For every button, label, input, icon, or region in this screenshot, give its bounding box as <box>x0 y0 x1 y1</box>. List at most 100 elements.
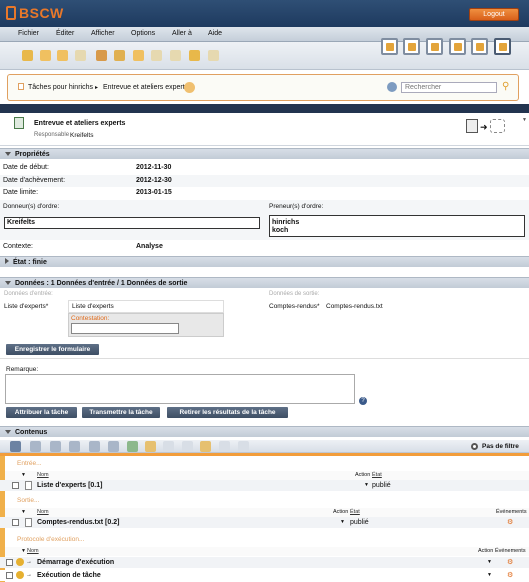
entree-column-header: ▼ Nom Action État <box>5 471 529 480</box>
entree-label: Données d'entrée: <box>4 291 53 297</box>
liste-label: Liste d'experts* <box>4 303 49 310</box>
play-icon[interactable] <box>108 441 119 452</box>
arrow-icon: → <box>26 572 32 578</box>
move-icon[interactable] <box>200 441 211 452</box>
sort-icon[interactable]: ▼ <box>21 548 26 554</box>
help-icon[interactable]: ? <box>359 397 367 405</box>
remarque-textarea[interactable] <box>5 374 355 404</box>
section-state[interactable]: État : finie <box>0 256 529 267</box>
sort-icon[interactable]: ▼ <box>21 472 26 478</box>
menu-aide[interactable]: Aide <box>208 30 222 37</box>
search-tool-icon[interactable] <box>22 50 33 61</box>
view-tree-icon[interactable] <box>381 38 398 55</box>
donneur-field[interactable]: Kreifelts <box>4 217 260 229</box>
share-icon[interactable] <box>127 441 138 452</box>
menu-afficher[interactable]: Afficher <box>91 30 115 37</box>
table-icon[interactable] <box>219 441 230 452</box>
column-action: Action <box>333 509 349 515</box>
liste-field[interactable]: Liste d'experts <box>68 300 224 313</box>
menu-editer[interactable]: Éditer <box>56 30 74 37</box>
globe-icon <box>387 82 397 92</box>
bscw-logo[interactable]: BSCW <box>6 5 64 22</box>
assign-task-button[interactable]: Attribuer la tâche <box>6 407 77 418</box>
item-name[interactable]: Comptes-rendus.txt [0.2] <box>37 517 119 528</box>
column-state[interactable]: État <box>350 509 360 515</box>
item-name[interactable]: Liste d'experts [0.1] <box>37 480 102 491</box>
action-menu-icon[interactable]: ▼ <box>487 570 492 581</box>
breadcrumb-root[interactable]: Tâches pour hinrichs <box>28 84 93 91</box>
protocol-item[interactable]: Démarrage d'exécution <box>37 557 114 568</box>
task-list-icon <box>18 83 24 90</box>
plus-icon[interactable] <box>50 441 61 452</box>
table-row[interactable]: Comptes-rendus.txt [0.2] ▼ publié ⚙ <box>0 517 529 528</box>
breadcrumb-current[interactable]: Entrevue et ateliers experts <box>103 84 188 91</box>
filter-bar <box>0 453 529 456</box>
filter-radio[interactable] <box>471 443 478 450</box>
column-name[interactable]: Nom <box>27 548 39 554</box>
task-hand-icon <box>184 82 195 93</box>
protocol-item[interactable]: Exécution de tâche <box>37 570 101 581</box>
preneur-field[interactable]: hinrichs koch <box>269 215 525 237</box>
events-icon[interactable]: ⚙ <box>507 557 513 568</box>
view-bag-icon[interactable] <box>426 38 443 55</box>
task-clipboard-icon[interactable] <box>466 119 478 133</box>
column-state[interactable]: État <box>372 472 382 478</box>
column-name[interactable]: Nom <box>37 509 49 515</box>
document-add-icon[interactable] <box>75 50 86 61</box>
folder-new-icon[interactable] <box>57 50 68 61</box>
search-icon[interactable]: ⚲ <box>502 81 509 92</box>
folder-icon[interactable] <box>145 441 156 452</box>
minus-icon[interactable] <box>69 441 80 452</box>
table-row[interactable]: Liste d'experts [0.1] ▼ publié <box>0 480 529 491</box>
filter-down-icon[interactable] <box>89 441 100 452</box>
column-action: Action <box>478 548 494 554</box>
note-add-icon[interactable] <box>133 50 144 61</box>
group-add-icon[interactable] <box>96 50 107 61</box>
doc-copy-icon[interactable] <box>182 441 193 452</box>
view-home-icon[interactable] <box>403 38 420 55</box>
events-icon[interactable]: ⚙ <box>507 570 513 581</box>
upload-icon[interactable] <box>151 50 162 61</box>
action-menu-icon[interactable]: ▼ <box>487 557 492 568</box>
save-form-button[interactable]: Enregistrer le formulaire <box>6 344 99 355</box>
search-input[interactable] <box>401 82 497 93</box>
top-bar <box>0 0 529 27</box>
section-data[interactable]: Données : 1 Données d'entrée / 1 Données… <box>0 277 529 288</box>
grid-icon[interactable] <box>238 441 249 452</box>
doc-icon[interactable] <box>163 441 174 452</box>
menu-fichier[interactable]: Fichier <box>18 30 39 37</box>
table-row[interactable]: → Exécution de tâche ▼ ⚙ <box>0 570 529 581</box>
check-all-icon[interactable] <box>10 441 21 452</box>
column-name[interactable]: Nom <box>37 472 49 478</box>
withdraw-results-button[interactable]: Retirer les résultats de la tâche <box>167 407 288 418</box>
row-checkbox[interactable] <box>6 559 13 566</box>
comptes-value[interactable]: Comptes-rendus.txt <box>326 303 383 310</box>
row-checkbox[interactable] <box>12 482 19 489</box>
events-icon[interactable]: ⚙ <box>507 517 513 528</box>
row-checkbox[interactable] <box>12 519 19 526</box>
menu-chevron-icon[interactable]: ▼ <box>522 117 527 123</box>
logout-button[interactable]: Logout <box>469 8 519 21</box>
transmit-task-button[interactable]: Transmettre la tâche <box>82 407 160 418</box>
copy-icon[interactable] <box>170 50 181 61</box>
view-calendar-icon[interactable] <box>471 38 488 55</box>
folder-add-icon[interactable] <box>40 50 51 61</box>
section-properties[interactable]: Propriétés <box>0 148 529 159</box>
action-menu-icon[interactable]: ▼ <box>364 480 369 491</box>
section-contents[interactable]: Contenus <box>0 426 529 437</box>
edit-icon[interactable] <box>208 50 219 61</box>
contest-input[interactable] <box>71 323 179 334</box>
task-title: Entrevue et ateliers experts <box>34 120 126 127</box>
folder-target-icon[interactable] <box>490 119 505 133</box>
menu-options[interactable]: Options <box>131 30 155 37</box>
action-menu-icon[interactable]: ▼ <box>340 517 345 528</box>
mail-icon[interactable] <box>189 50 200 61</box>
sort-icon[interactable]: ▼ <box>21 509 26 515</box>
table-row[interactable]: → Démarrage d'exécution ▼ ⚙ <box>0 557 529 568</box>
discussion-icon[interactable] <box>114 50 125 61</box>
view-clipboard-icon[interactable] <box>449 38 466 55</box>
view-tasks-icon[interactable] <box>494 38 511 55</box>
menu-aller[interactable]: Aller à <box>172 30 192 37</box>
select-icon[interactable] <box>30 441 41 452</box>
row-checkbox[interactable] <box>6 572 13 579</box>
